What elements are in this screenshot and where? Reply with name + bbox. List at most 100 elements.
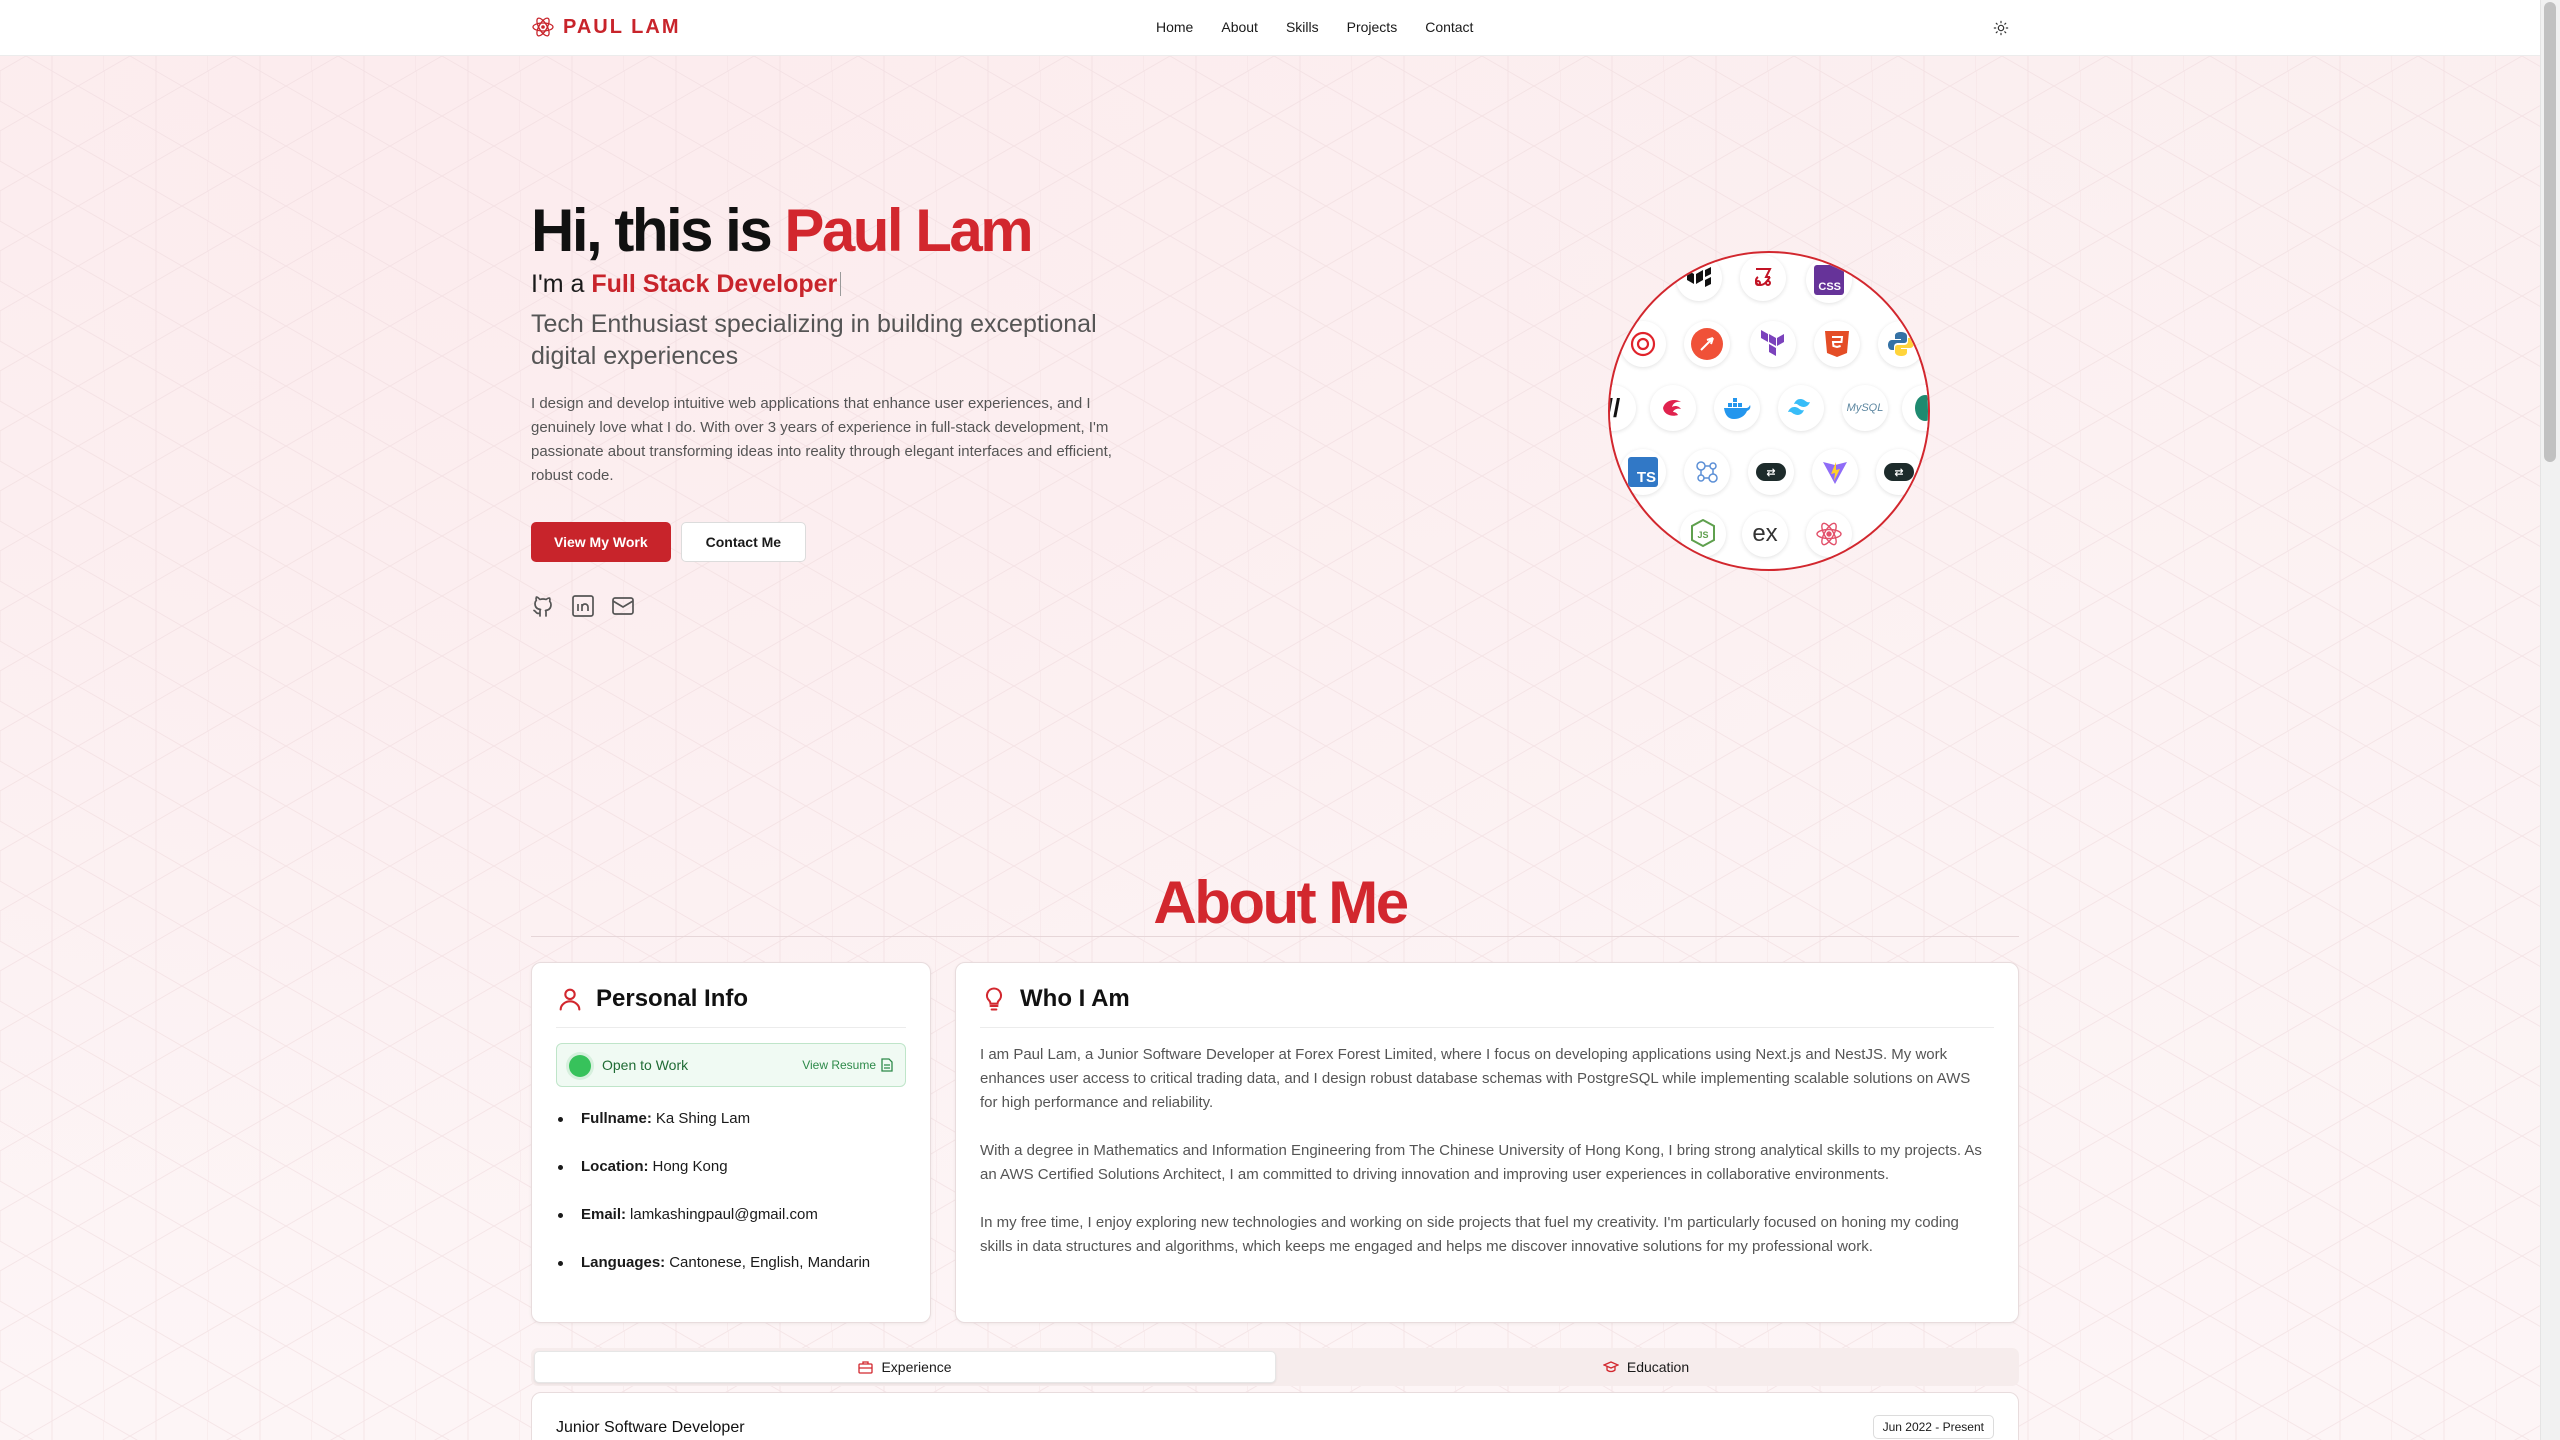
nav-link-skills[interactable]: Skills [1286, 19, 1319, 35]
typing-caret [840, 272, 842, 296]
graduation-cap-icon [1602, 1361, 1619, 1373]
tab-education[interactable]: Education [1276, 1351, 2016, 1383]
info-value: Ka Shing Lam [655, 1110, 751, 1127]
css-icon-label: CSS [1814, 265, 1844, 295]
about-heading: About Me [1153, 869, 1409, 936]
personal-info-card: Personal Info Open to Work View Resume F… [531, 962, 931, 1323]
info-key: Languages: [581, 1254, 666, 1271]
lightbulb-icon [985, 987, 1003, 1011]
nav-link-contact[interactable]: Contact [1425, 19, 1473, 35]
personal-info-header: Personal Info [556, 985, 748, 1013]
linkedin-icon[interactable] [571, 594, 595, 618]
file-icon [881, 1058, 893, 1072]
skill-partial-icon-2[interactable]: // [1610, 385, 1636, 431]
github-icon[interactable] [531, 594, 555, 618]
card-divider [980, 1027, 1994, 1028]
card-divider [556, 1027, 906, 1028]
nav-links: Home About Skills Projects Contact [1156, 19, 1501, 35]
experience-date-badge: Jun 2022 - Present [1872, 1415, 1994, 1439]
info-value[interactable]: lamkashingpaul@gmail.com [630, 1203, 818, 1227]
navbar: PAUL LAM Home About Skills Projects Cont… [0, 0, 2540, 56]
hero-name: Paul Lam [784, 197, 1033, 264]
tab-experience[interactable]: Experience [534, 1351, 1276, 1383]
skills-globe[interactable]: / CSS // MySQL TS [1608, 251, 1930, 571]
who-i-am-header: Who I Am [980, 985, 1130, 1013]
tailwind-icon[interactable] [1778, 385, 1824, 431]
hero-greeting: Hi, this is [531, 197, 785, 264]
info-location: Location: Hong Kong [558, 1155, 870, 1179]
experience-title: Junior Software Developer [556, 1419, 745, 1436]
experience-education-tabs: Experience Education [531, 1348, 2019, 1386]
experience-card: Junior Software Developer Jun 2022 - Pre… [531, 1392, 2019, 1440]
info-languages: Languages: Cantonese, English, Mandarin [558, 1251, 870, 1275]
swift-icon[interactable] [1684, 321, 1730, 367]
python-icon[interactable] [1878, 321, 1924, 367]
hero-role: Full Stack Developer [591, 270, 838, 298]
bullet [558, 1116, 563, 1122]
docker-icon[interactable] [1714, 385, 1760, 431]
mysql-icon-label: MySQL [1846, 402, 1884, 414]
express-icon-label: ex [1752, 520, 1778, 547]
who-i-am-title: Who I Am [1020, 985, 1130, 1012]
personal-info-title: Personal Info [596, 985, 749, 1012]
hero-buttons: View My Work Contact Me [531, 522, 1171, 562]
hero-role-prefix: I'm a [531, 270, 592, 298]
hero-role-line: I'm a Full Stack Developer [531, 268, 1171, 300]
css-icon[interactable]: CSS [1806, 257, 1852, 303]
contact-me-button[interactable]: Contact Me [680, 522, 807, 562]
graphql-icon[interactable] [1684, 449, 1730, 495]
nav-link-about[interactable]: About [1221, 19, 1258, 35]
mail-icon[interactable] [611, 594, 635, 618]
info-key: Fullname: [581, 1110, 652, 1127]
vite-icon[interactable] [1812, 449, 1858, 495]
logo-text: PAUL LAM [563, 15, 681, 38]
hero-tagline: Tech Enthusiast specializing in building… [531, 310, 1097, 370]
user-icon [559, 988, 581, 1011]
who-paragraph: I am Paul Lam, a Junior Software Develop… [980, 1046, 1971, 1111]
skill-partial-icon[interactable]: / [1614, 257, 1660, 303]
vercel-toolbar-icon-2[interactable]: ⇄ [1876, 449, 1922, 495]
react-icon[interactable] [1806, 511, 1852, 557]
nav-link-projects[interactable]: Projects [1347, 19, 1398, 35]
status-text: Open to Work [602, 1057, 689, 1073]
briefcase-icon [858, 1361, 874, 1374]
tab-education-label: Education [1626, 1359, 1690, 1375]
page-scrollbar[interactable] [2540, 0, 2560, 1440]
hero-section: Hi, this is Paul Lam I'm a Full Stack De… [531, 196, 1171, 618]
theme-toggle-button[interactable] [1990, 17, 2012, 39]
personal-info-list: Fullname: Ka Shing Lam Location: Hong Kong… [558, 1107, 870, 1299]
status-dot [569, 1055, 591, 1077]
terraform-icon[interactable] [1750, 321, 1796, 367]
openapi-icon[interactable] [1620, 321, 1666, 367]
atom-logo-icon [532, 17, 554, 37]
view-resume-link[interactable]: View Resume [802, 1058, 893, 1072]
ts-icon-label: TS [1628, 457, 1658, 487]
nestjs-icon[interactable] [1650, 385, 1696, 431]
typescript-icon[interactable]: TS [1620, 449, 1666, 495]
jest-icon[interactable] [1740, 255, 1786, 301]
view-my-work-button[interactable]: View My Work [531, 522, 671, 562]
info-value: Cantonese, English, Mandarin [669, 1254, 871, 1271]
nav-link-home[interactable]: Home [1156, 19, 1193, 35]
hero-title: Hi, this is Paul Lam [531, 196, 1171, 266]
bullet [558, 1260, 563, 1266]
info-value: Hong Kong [652, 1158, 728, 1175]
info-email: Email: lamkashingpaul@gmail.com [558, 1203, 870, 1227]
vercel-toolbar-icon[interactable]: ⇄ [1748, 449, 1794, 495]
info-key: Email: [581, 1206, 627, 1223]
who-i-am-card: Who I Am I am Paul Lam, a Junior Softwar… [955, 962, 2019, 1323]
mui-icon[interactable] [1676, 255, 1722, 301]
who-paragraph: In my free time, I enjoy exploring new t… [980, 1214, 1959, 1255]
bullet [558, 1212, 563, 1218]
scrollbar-thumb[interactable] [2544, 2, 2556, 462]
bullet [558, 1164, 563, 1170]
express-icon[interactable]: ex [1742, 511, 1788, 557]
mysql-icon[interactable]: MySQL [1842, 385, 1888, 431]
html5-icon[interactable] [1814, 321, 1860, 367]
nodejs-icon[interactable]: JS [1680, 511, 1726, 557]
tab-experience-label: Experience [881, 1359, 952, 1375]
skill-partial-icon-3[interactable] [1902, 385, 1928, 431]
site-logo[interactable]: PAUL LAM [531, 15, 680, 39]
who-paragraph: With a degree in Mathematics and Informa… [980, 1142, 1982, 1183]
hero-description: I design and develop intuitive web appli… [531, 395, 1112, 484]
